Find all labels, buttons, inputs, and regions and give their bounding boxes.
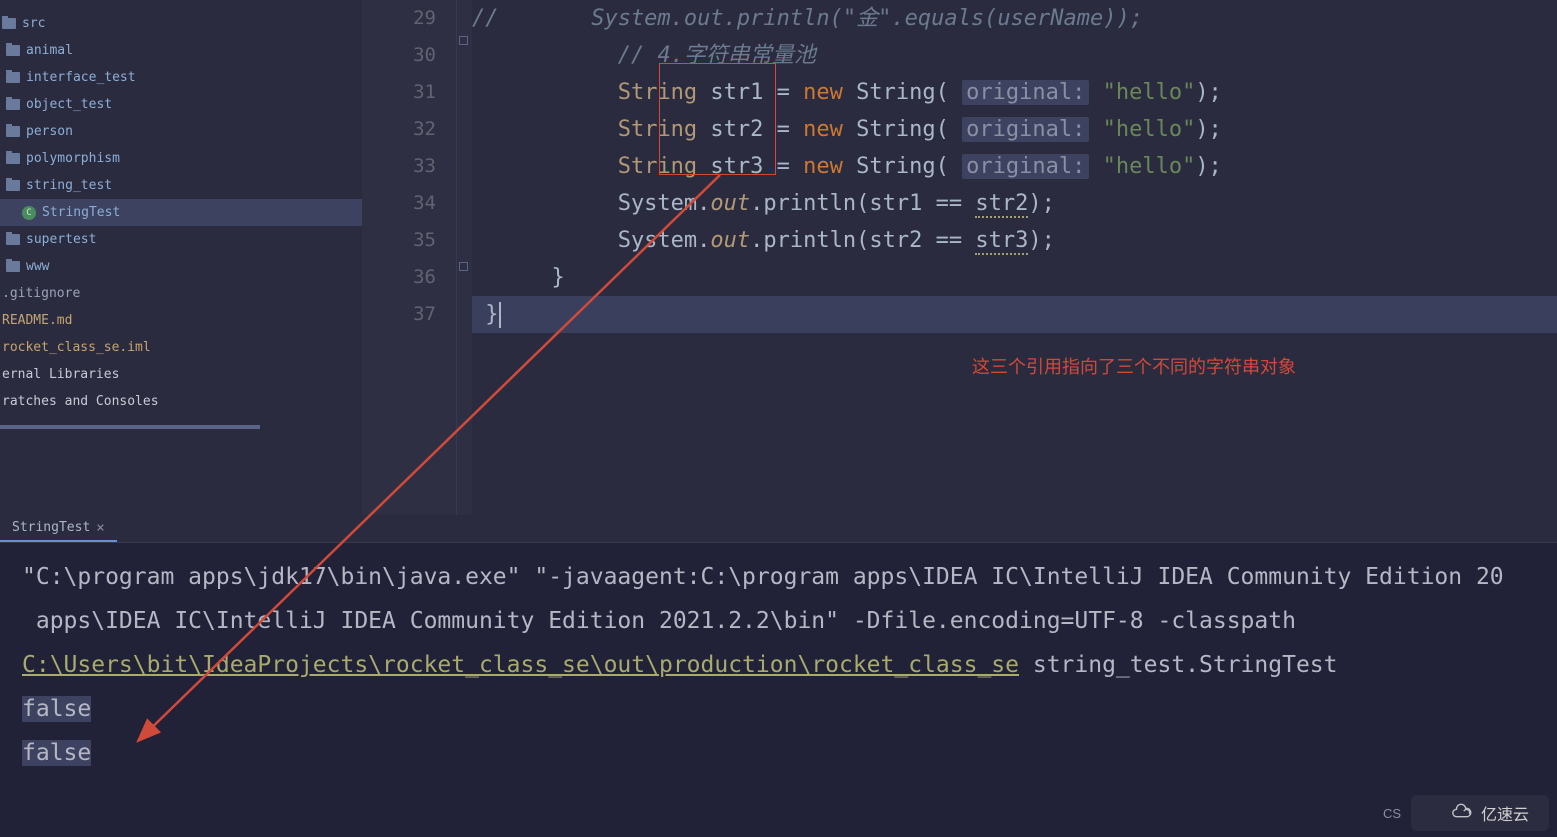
run-console[interactable]: "C:\program apps\jdk17\bin\java.exe" "-j… xyxy=(0,543,1557,837)
class-icon: C xyxy=(22,206,36,220)
close-icon[interactable]: × xyxy=(96,520,104,536)
tree-item-www[interactable]: www xyxy=(0,253,362,280)
line-number: 29 xyxy=(362,0,456,37)
line-number: 33 xyxy=(362,148,456,185)
code-line[interactable]: System.out.println(str1 == str2); xyxy=(472,185,1557,222)
code-line[interactable]: String str3 = new String( original: "hel… xyxy=(472,148,1557,185)
annotation-text: 这三个引用指向了三个不同的字符串对象 xyxy=(972,353,1296,379)
code-line[interactable]: } xyxy=(472,296,1557,333)
tree-item-ernal-libraries[interactable]: ernal Libraries xyxy=(0,361,362,388)
tree-item-label: animal xyxy=(26,43,73,58)
console-line: C:\Users\bit\IdeaProjects\rocket_class_s… xyxy=(22,643,1535,687)
line-number: 35 xyxy=(362,222,456,259)
tree-item-label: StringTest xyxy=(42,205,120,220)
code-line[interactable]: } xyxy=(472,259,1557,296)
folder-icon xyxy=(6,180,20,191)
line-number: 37 xyxy=(362,296,456,333)
folder-icon xyxy=(6,99,20,110)
tab-label: StringTest xyxy=(12,520,90,535)
fold-strip xyxy=(457,0,472,515)
tree-item-src[interactable]: src xyxy=(0,10,362,37)
line-number: 34 xyxy=(362,185,456,222)
code-line[interactable]: String str1 = new String( original: "hel… xyxy=(472,74,1557,111)
code-line[interactable]: String str2 = new String( original: "hel… xyxy=(472,111,1557,148)
tree-item-label: supertest xyxy=(26,232,96,247)
console-output: false xyxy=(22,687,1535,731)
tree-item--gitignore[interactable]: .gitignore xyxy=(0,280,362,307)
tree-item-person[interactable]: person xyxy=(0,118,362,145)
tree-item-interface-test[interactable]: interface_test xyxy=(0,64,362,91)
tree-item-animal[interactable]: animal xyxy=(0,37,362,64)
folder-icon xyxy=(2,18,16,29)
watermark: CS 亿速云 xyxy=(1411,795,1549,831)
fold-handle-icon[interactable] xyxy=(459,36,468,45)
tree-item-stringtest[interactable]: C StringTest xyxy=(0,199,362,226)
tree-item-label: string_test xyxy=(26,178,112,193)
console-line: apps\IDEA IC\IntelliJ IDEA Community Edi… xyxy=(22,599,1535,643)
tree-item-polymorphism[interactable]: polymorphism xyxy=(0,145,362,172)
line-number: 36 xyxy=(362,259,456,296)
tree-item-label: ernal Libraries xyxy=(2,367,119,382)
tree-item-ratches-and-consoles[interactable]: ratches and Consoles xyxy=(0,388,362,415)
fold-handle-icon[interactable] xyxy=(459,262,468,271)
code-line[interactable]: // System.out.println("金".equals(userNam… xyxy=(472,0,1557,37)
tree-item-label: object_test xyxy=(26,97,112,112)
tree-item-label: polymorphism xyxy=(26,151,120,166)
tree-item-label: interface_test xyxy=(26,70,136,85)
text-cursor xyxy=(499,302,501,328)
run-tab-stringtest[interactable]: StringTest × xyxy=(0,516,117,542)
annotation-box xyxy=(659,63,776,175)
folder-icon xyxy=(6,261,20,272)
console-output: false xyxy=(22,731,1535,775)
classpath-link[interactable]: C:\Users\bit\IdeaProjects\rocket_class_s… xyxy=(22,652,1019,678)
gutter: 29 30 31 32 33 34 35 36 37 xyxy=(362,0,457,515)
tree-item-supertest[interactable]: supertest xyxy=(0,226,362,253)
console-line: "C:\program apps\jdk17\bin\java.exe" "-j… xyxy=(22,555,1535,599)
folder-icon xyxy=(6,153,20,164)
tree-item-label: www xyxy=(26,259,49,274)
tree-item-label: person xyxy=(26,124,73,139)
code-editor[interactable]: 29 30 31 32 33 34 35 36 37 // System.out… xyxy=(362,0,1557,515)
code-line[interactable]: System.out.println(str2 == str3); xyxy=(472,222,1557,259)
cloud-icon xyxy=(1451,802,1473,824)
tree-item-label: ratches and Consoles xyxy=(2,394,159,409)
run-tab-bar: StringTest × xyxy=(0,515,1557,543)
folder-icon xyxy=(6,234,20,245)
line-number: 32 xyxy=(362,111,456,148)
code-line[interactable]: // 4.字符串常量池 xyxy=(472,37,1557,74)
line-number: 31 xyxy=(362,74,456,111)
tree-item-object-test[interactable]: object_test xyxy=(0,91,362,118)
tree-item-string-test[interactable]: string_test xyxy=(0,172,362,199)
folder-icon xyxy=(6,126,20,137)
tree-item-rocket-class-se-iml[interactable]: rocket_class_se.iml xyxy=(0,334,362,361)
tree-item-label: src xyxy=(22,16,45,31)
tree-item-label: README.md xyxy=(2,313,72,328)
sidebar-scrollbar[interactable] xyxy=(0,425,260,429)
folder-icon xyxy=(6,72,20,83)
folder-icon xyxy=(6,45,20,56)
tree-item-readme-md[interactable]: README.md xyxy=(0,307,362,334)
tree-item-label: rocket_class_se.iml xyxy=(2,340,151,355)
line-number: 30 xyxy=(362,37,456,74)
project-sidebar[interactable]: src animal interface_test object_testperson… xyxy=(0,0,362,515)
tree-item-label: .gitignore xyxy=(2,286,80,301)
